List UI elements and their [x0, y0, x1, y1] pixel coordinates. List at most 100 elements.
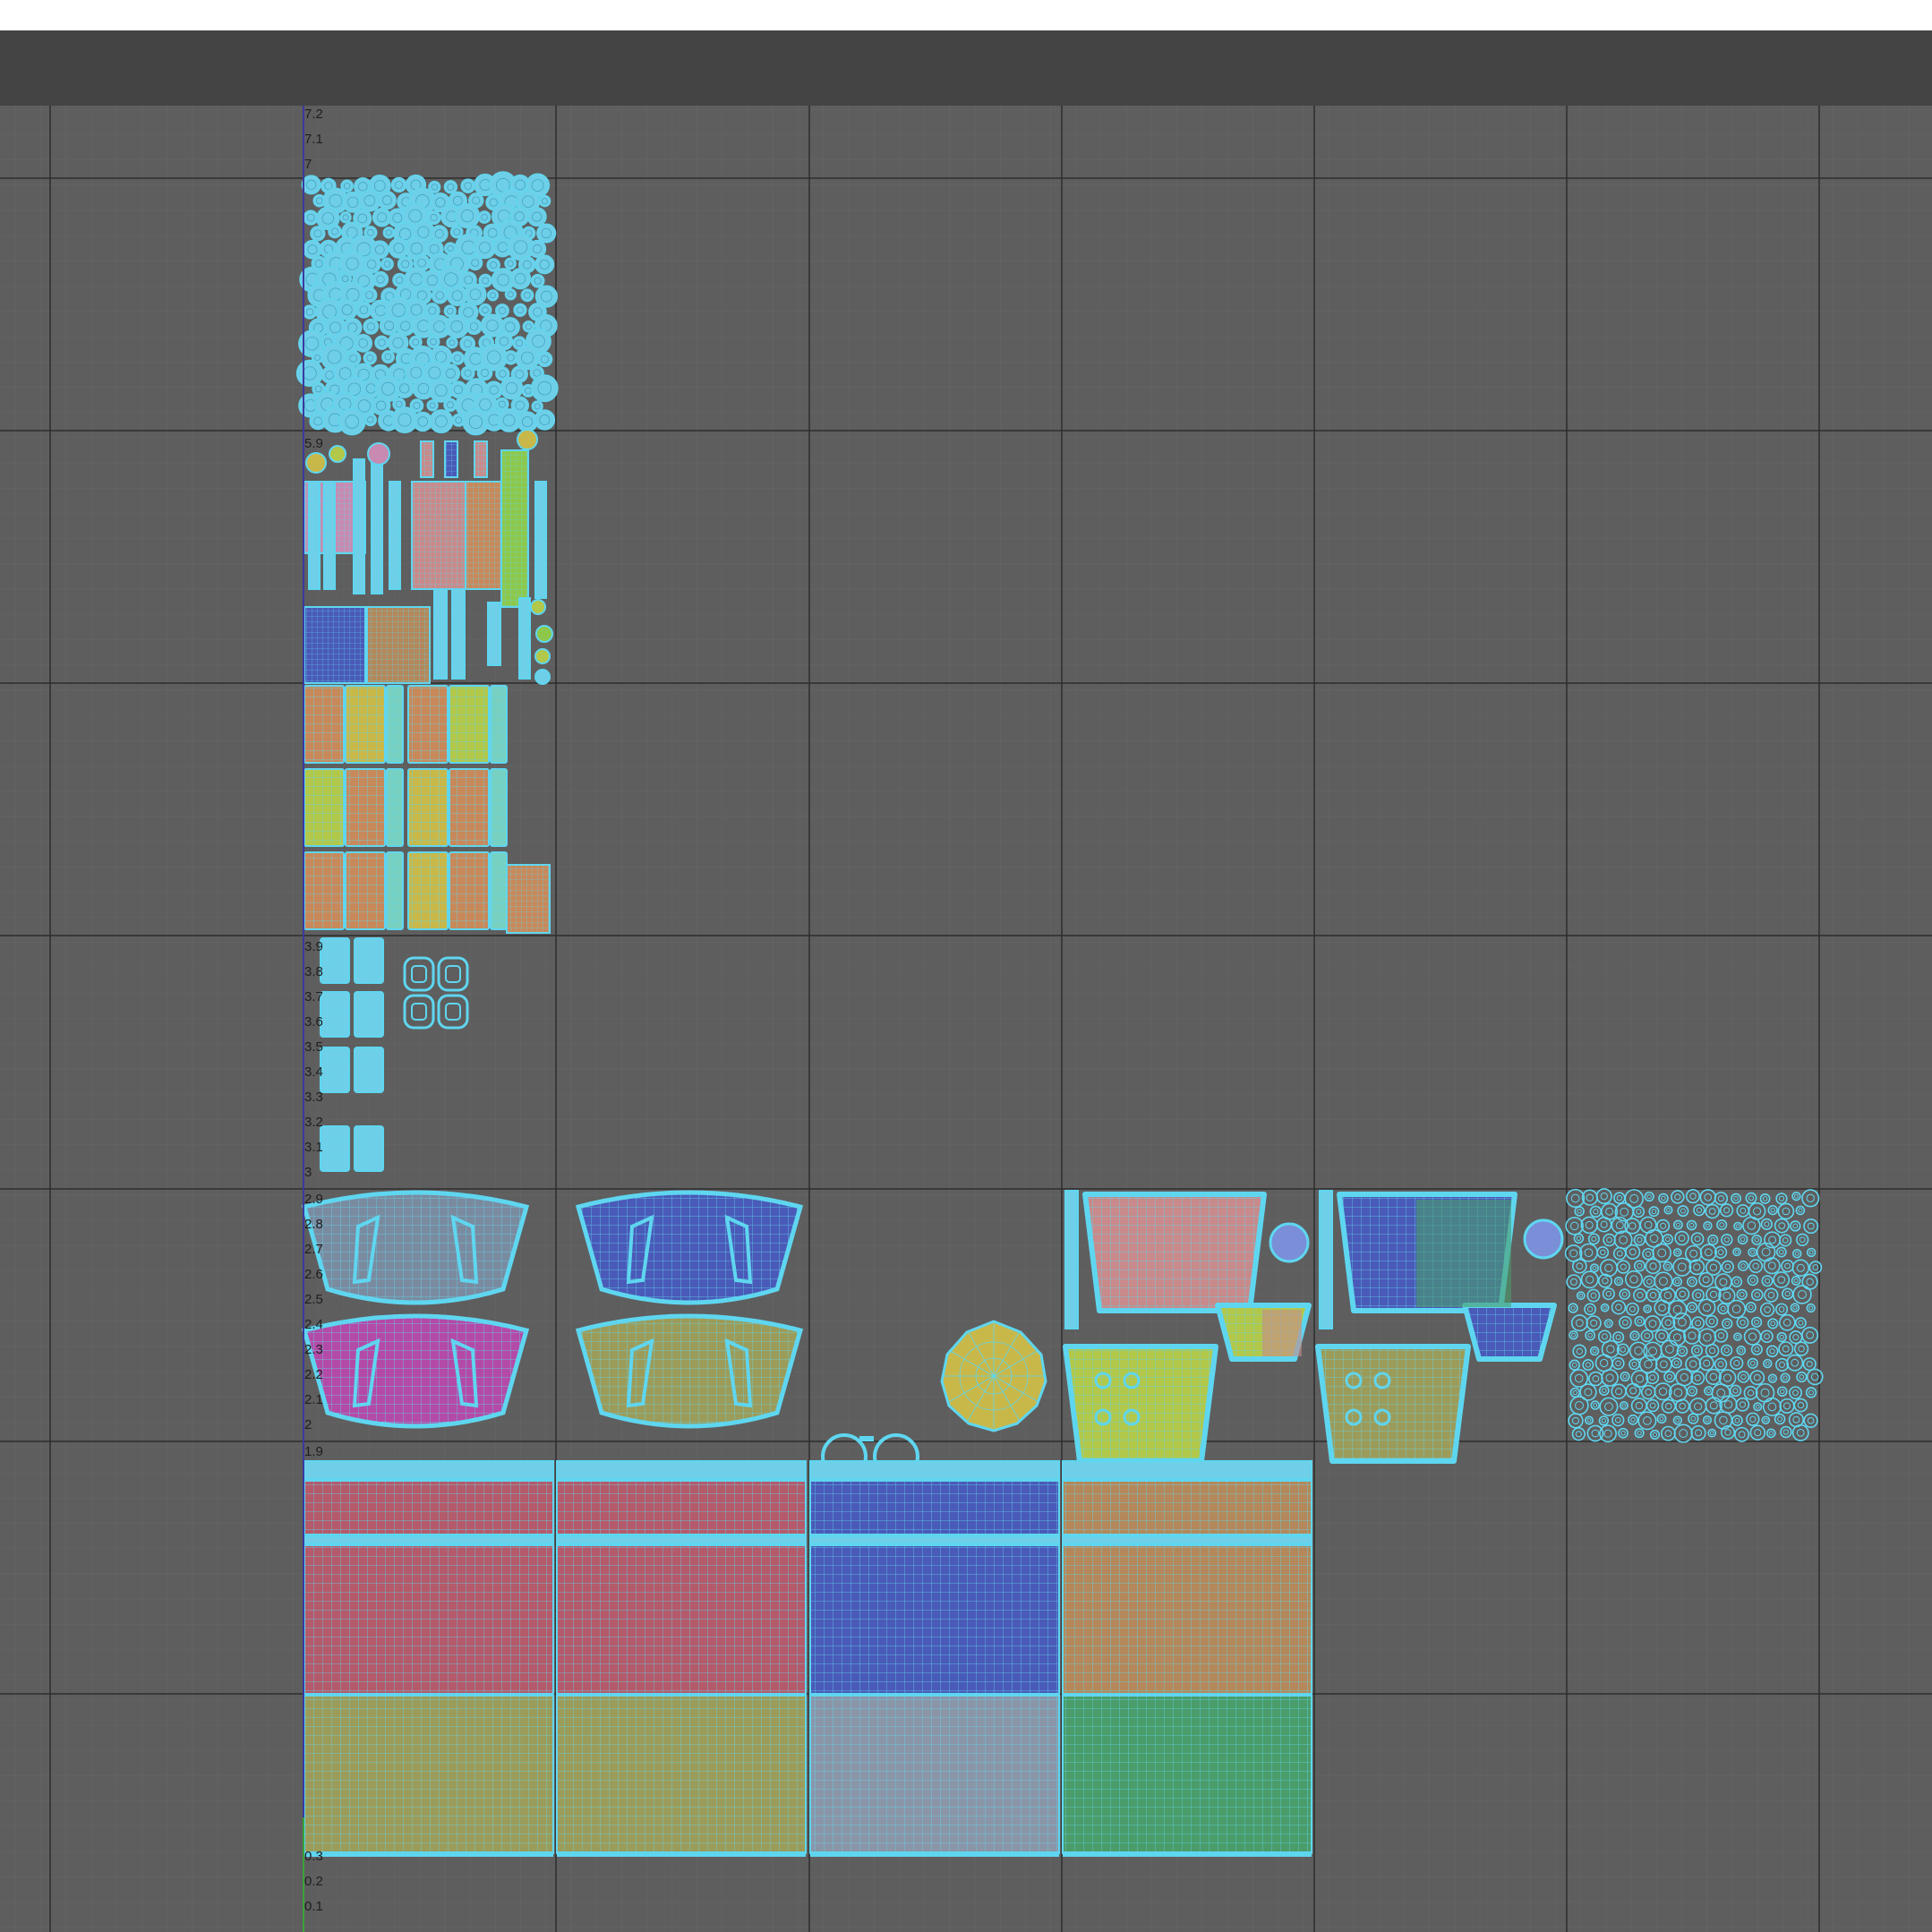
- v-tick-label: 3.3: [304, 1090, 323, 1105]
- uv-shell-strip[interactable]: [303, 1460, 554, 1480]
- uv-shell-circle[interactable]: [534, 409, 556, 431]
- uv-shell-circle[interactable]: [301, 175, 321, 195]
- uv-shell-circle[interactable]: [363, 351, 377, 365]
- v-tick-label: 2.4: [304, 1317, 323, 1332]
- uv-canvas[interactable]: 7.2 7.1 7 5.9 3.9 3.8 3.7 3.6 3.5 3.4 3.3 3.2 3.1 3 2.…: [0, 106, 1932, 1932]
- uv-shell-circle[interactable]: [354, 334, 372, 353]
- uv-shell-circle[interactable]: [464, 283, 487, 306]
- uv-shell-circle[interactable]: [460, 178, 476, 193]
- v-tick-label: 2.2: [304, 1367, 323, 1382]
- uv-shell-circle[interactable]: [530, 374, 559, 403]
- uv-shell-circle[interactable]: [466, 318, 483, 336]
- uv-shell-circle[interactable]: [536, 351, 553, 368]
- uv-shell-circle[interactable]: [504, 257, 517, 270]
- uv-shell-circle[interactable]: [520, 288, 534, 303]
- uv-shell-circle[interactable]: [380, 257, 394, 271]
- uv-shell-strip[interactable]: [1063, 1851, 1312, 1857]
- v-tick-label: 7.1: [304, 132, 323, 147]
- uv-shell-circle[interactable]: [337, 299, 358, 321]
- uv-shell-disc[interactable]: [535, 625, 553, 643]
- uv-shell-circle[interactable]: [486, 289, 500, 302]
- uv-shell-circle[interactable]: [538, 194, 551, 208]
- uv-editor-viewport[interactable]: 7.2 7.1 7 5.9 3.9 3.8 3.7 3.6 3.5 3.4 3.3 3.2 3.1 3 2.…: [0, 106, 1932, 1932]
- v-tick-label: 2.1: [304, 1392, 323, 1407]
- uv-shell-circle[interactable]: [443, 398, 457, 412]
- uv-shell-circle[interactable]: [426, 335, 440, 349]
- uv-shell-circle[interactable]: [467, 254, 483, 271]
- uv-shell-strip[interactable]: [303, 1535, 554, 1544]
- uv-shell-circle[interactable]: [355, 301, 372, 319]
- uv-shell-disc[interactable]: [534, 648, 551, 664]
- uv-shell-circle[interactable]: [363, 318, 380, 335]
- v-tick-label: 3.7: [304, 989, 323, 1004]
- uv-shell-circle[interactable]: [328, 224, 342, 239]
- uv-shell-circle[interactable]: [363, 413, 377, 427]
- uv-shell-disc[interactable]: [534, 669, 551, 685]
- uv-shell-circle[interactable]: [358, 189, 381, 212]
- uv-shell-circle[interactable]: [377, 190, 397, 210]
- uv-shell-circle[interactable]: [374, 335, 389, 350]
- uv-shell-circle[interactable]: [526, 207, 547, 227]
- uv-shell-disc[interactable]: [517, 429, 538, 450]
- uv-shell-circle[interactable]: [450, 351, 465, 365]
- uv-shell-circle[interactable]: [381, 350, 395, 364]
- uv-shell-circle[interactable]: [460, 365, 475, 380]
- uv-shell-circle[interactable]: [429, 409, 454, 434]
- uv-shell-strip[interactable]: [1062, 1535, 1312, 1544]
- uv-shell-strip[interactable]: [810, 1851, 1059, 1857]
- uv-shell-circle[interactable]: [444, 314, 469, 339]
- uv-shell-circle[interactable]: [500, 376, 524, 400]
- v-tick-label: 3.9: [304, 939, 323, 954]
- uv-shell-strip[interactable]: [556, 1535, 807, 1544]
- uv-shell-circle[interactable]: [534, 254, 555, 275]
- uv-shell-circle[interactable]: [446, 285, 468, 306]
- v-tick-label: 2.3: [304, 1342, 323, 1357]
- uv-shell-circle[interactable]: [372, 270, 389, 288]
- v-tick-label: 3.2: [304, 1115, 323, 1130]
- uv-shell-circle[interactable]: [426, 399, 439, 412]
- uv-shell-circle[interactable]: [473, 235, 497, 260]
- uv-shell-circle[interactable]: [476, 364, 493, 381]
- v-tick-label: 7.2: [304, 107, 323, 122]
- uv-shell-disc[interactable]: [305, 452, 327, 474]
- v-tick-label: 2.8: [304, 1217, 323, 1232]
- uv-shell-strip[interactable]: [304, 1851, 553, 1857]
- uv-shell-disc[interactable]: [367, 442, 390, 466]
- uv-shell-strip[interactable]: [557, 1851, 806, 1857]
- uv-shell-circle[interactable]: [310, 226, 326, 242]
- uv-shell-circle[interactable]: [394, 378, 415, 398]
- uv-shell-circle[interactable]: [382, 227, 395, 239]
- uv-shell-circle[interactable]: [513, 303, 527, 317]
- uv-shell-circle[interactable]: [530, 273, 545, 288]
- uv-shell-circle[interactable]: [536, 223, 557, 244]
- uv-shell-strip[interactable]: [809, 1535, 1060, 1544]
- uv-shell-strip[interactable]: [1062, 1460, 1312, 1480]
- uv-shell-circle[interactable]: [477, 210, 492, 224]
- uv-shell-disc[interactable]: [1523, 1218, 1564, 1260]
- uv-shell-circle[interactable]: [454, 203, 481, 229]
- uv-shell-circle[interactable]: [446, 337, 458, 349]
- uv-shell-circle[interactable]: [338, 407, 366, 436]
- uv-shell-circle[interactable]: [509, 268, 532, 290]
- uv-shell-disc[interactable]: [530, 599, 546, 615]
- v-tick-label: 3: [304, 1165, 312, 1180]
- uv-shell-small[interactable]: [859, 1436, 874, 1441]
- uv-shell-circle[interactable]: [504, 288, 517, 301]
- v-tick-label: 5.9: [304, 436, 323, 451]
- v-tick-label: 3.4: [304, 1064, 323, 1080]
- uv-shell-strip[interactable]: [809, 1460, 1060, 1480]
- uv-shell-circle[interactable]: [303, 209, 319, 226]
- v-tick-label: 3.8: [304, 964, 323, 979]
- uv-shell-circle[interactable]: [302, 304, 318, 320]
- uv-shell-disc[interactable]: [1269, 1222, 1310, 1263]
- uv-shell-circle[interactable]: [339, 211, 352, 224]
- uv-shell-disc[interactable]: [329, 445, 346, 463]
- v-tick-label: 2.5: [304, 1292, 323, 1307]
- uv-shell-strip[interactable]: [556, 1460, 807, 1480]
- v-tick-label: 2.9: [304, 1192, 323, 1207]
- uv-shell-circle[interactable]: [390, 176, 407, 193]
- v-tick-label: 0.1: [304, 1899, 323, 1914]
- uv-shell-circle[interactable]: [431, 286, 449, 304]
- uv-shell-circle[interactable]: [361, 286, 378, 303]
- uv-shell-circle[interactable]: [443, 180, 458, 194]
